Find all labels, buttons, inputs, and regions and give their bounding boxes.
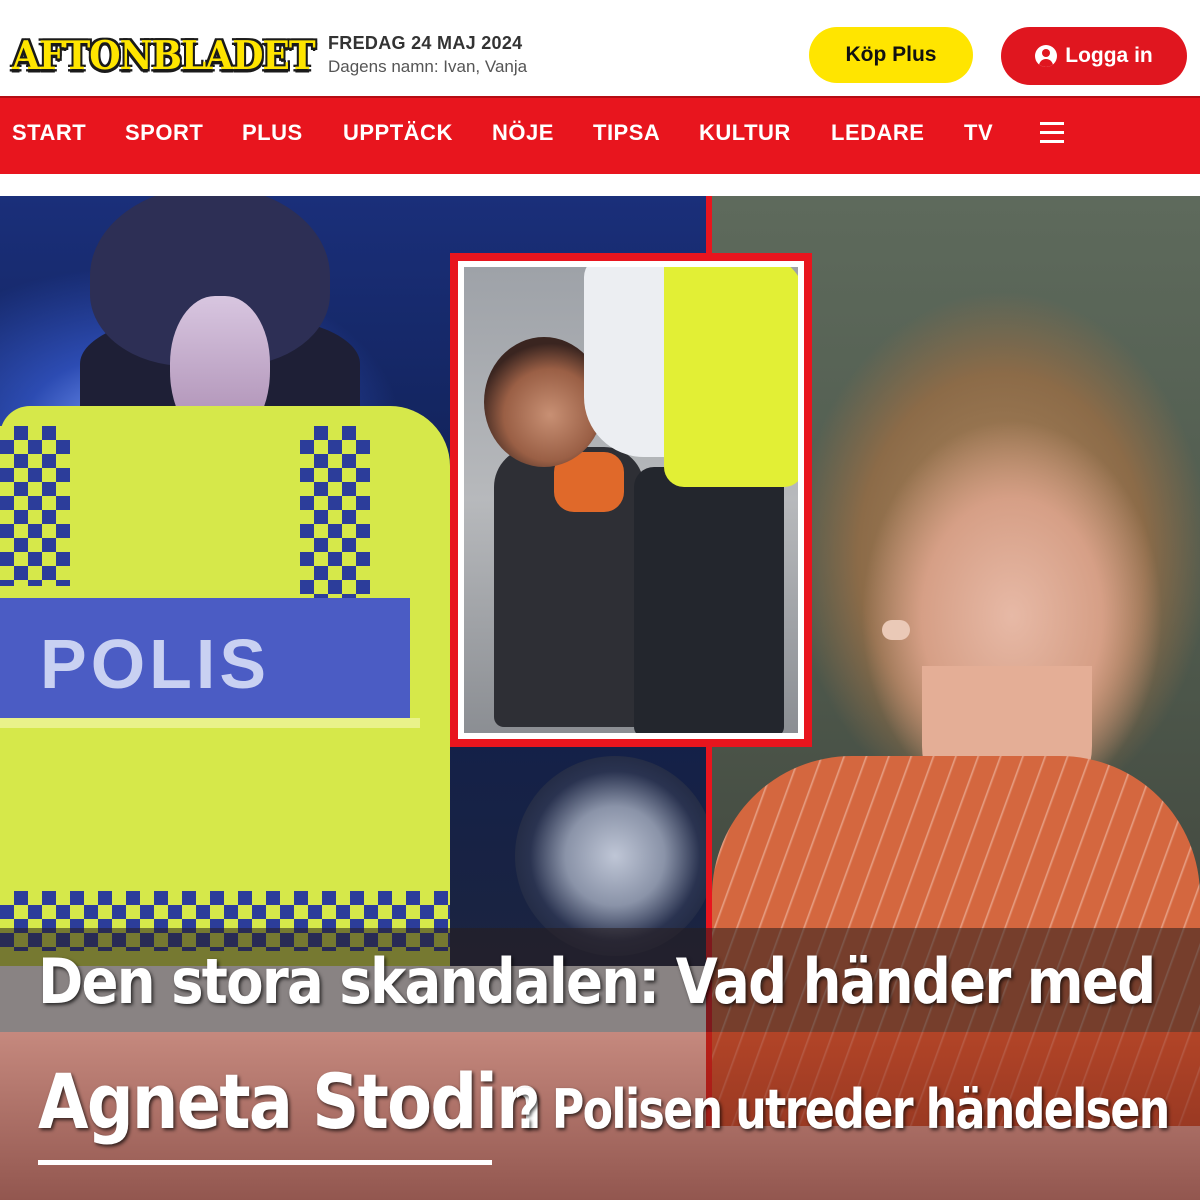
top-bar: AFTONBLADET FREDAG 24 MAJ 2024 Dagens na…	[0, 0, 1200, 96]
vest-band-edge	[0, 718, 420, 728]
nav-item-noje[interactable]: NÖJE	[492, 120, 554, 146]
car-wheel	[515, 756, 708, 956]
login-label: Logga in	[1065, 44, 1153, 67]
nav-item-start[interactable]: START	[12, 120, 86, 146]
nav-item-kultur[interactable]: KULTUR	[699, 120, 791, 146]
hamburger-icon[interactable]	[1040, 122, 1064, 144]
nav-item-plus[interactable]: PLUS	[242, 120, 303, 146]
name-underline	[38, 1160, 492, 1165]
inset-scene	[464, 267, 798, 733]
site-logo[interactable]: AFTONBLADET	[12, 30, 316, 83]
name-day: Dagens namn: Ivan, Vanja	[328, 57, 528, 76]
nav-item-sport[interactable]: SPORT	[125, 120, 203, 146]
login-button[interactable]: Logga in	[1001, 27, 1187, 85]
nav-item-upptack[interactable]: UPPTÄCK	[343, 120, 453, 146]
arrest-inset-photo	[450, 253, 812, 747]
buy-plus-label: Köp Plus	[845, 43, 937, 66]
buy-plus-button[interactable]: Köp Plus	[809, 27, 973, 83]
headset-mic	[882, 620, 910, 640]
current-date: FREDAG 24 MAJ 2024	[328, 33, 523, 53]
main-nav: START SPORT PLUS UPPTÄCK NÖJE TIPSA KULT…	[0, 96, 1200, 174]
headline-name: Agneta Stodin	[38, 1057, 543, 1146]
inset-officer-pants	[634, 467, 784, 733]
polis-vest-text: POLIS	[40, 625, 271, 703]
user-icon	[1035, 45, 1058, 67]
nav-item-ledare[interactable]: LEDARE	[831, 120, 924, 146]
vest-checker-left	[0, 426, 70, 586]
nav-item-tv[interactable]: TV	[964, 120, 993, 146]
headline-line-1: Den stora skandalen: Vad händer med	[38, 945, 1156, 1018]
headline-line-2: ? Polisen utreder händelsen	[514, 1078, 1170, 1141]
nav-item-tipsa[interactable]: TIPSA	[593, 120, 660, 146]
inset-officer-vest	[664, 267, 798, 487]
vest-checker-right	[300, 426, 370, 616]
